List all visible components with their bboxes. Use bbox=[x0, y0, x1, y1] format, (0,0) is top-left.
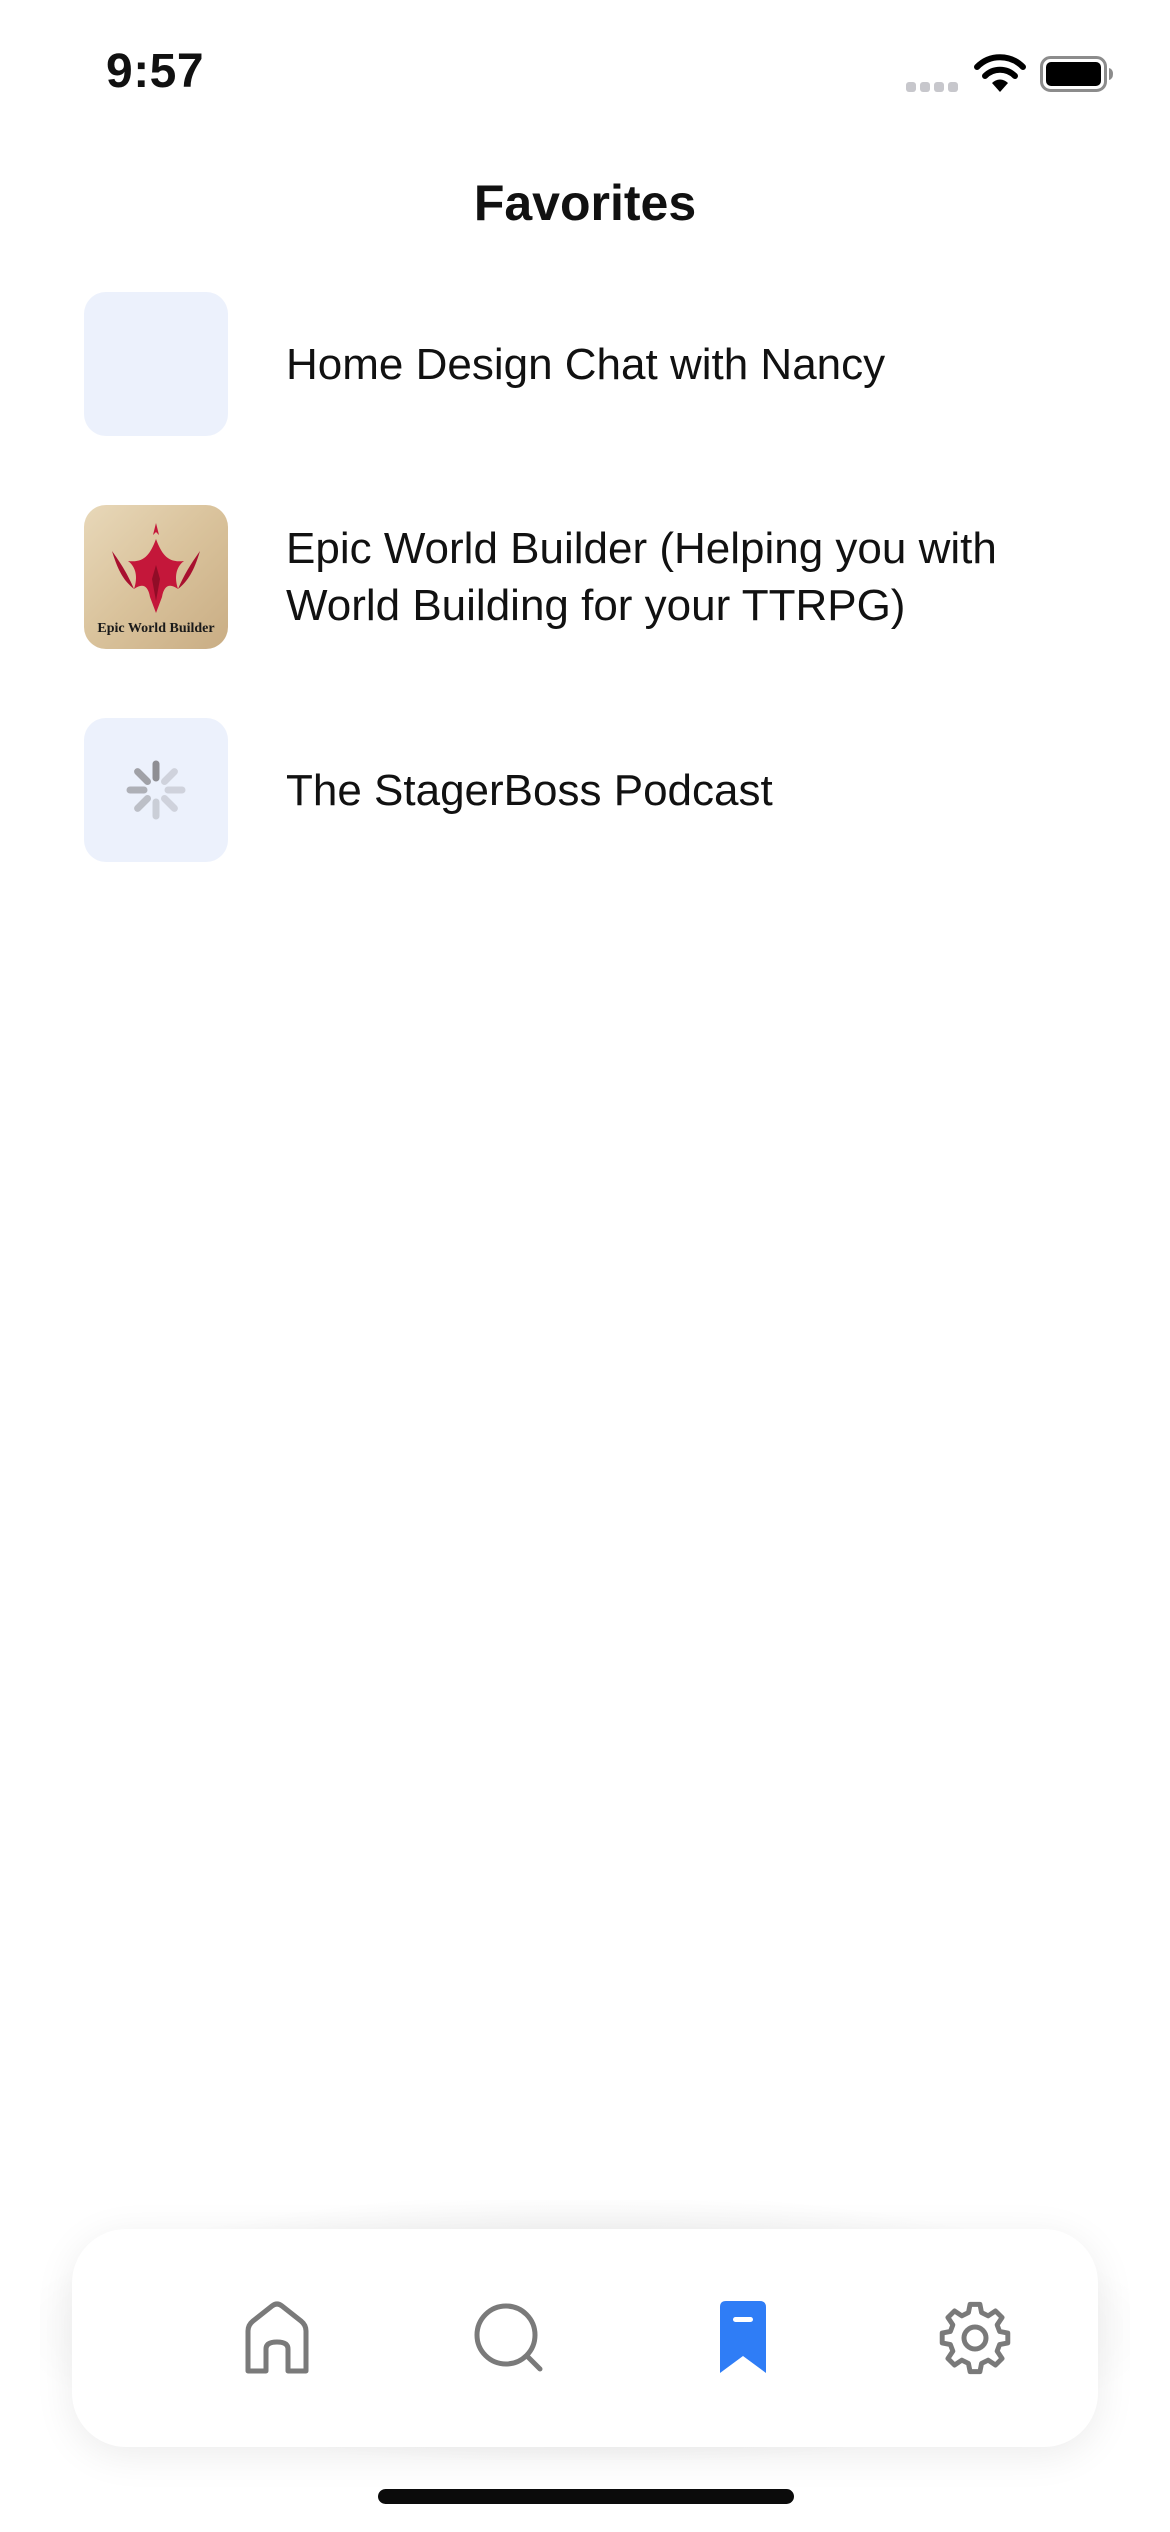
status-bar: 9:57 bbox=[0, 0, 1170, 150]
search-icon bbox=[474, 2303, 543, 2372]
wifi-icon bbox=[974, 54, 1026, 92]
podcast-title: The StagerBoss Podcast bbox=[286, 765, 773, 815]
podcast-title: Home Design Chat with Nancy bbox=[286, 339, 886, 389]
podcast-thumbnail-loading bbox=[84, 718, 228, 862]
home-indicator[interactable] bbox=[378, 2489, 794, 2504]
podcast-artwork: Epic World Builder bbox=[84, 505, 228, 649]
cellular-signal-icon bbox=[906, 80, 960, 94]
gear-icon bbox=[939, 2301, 1011, 2375]
tab-search[interactable] bbox=[464, 2293, 554, 2383]
list-item[interactable]: Epic World Builder Epic World Builder (H… bbox=[84, 505, 1094, 649]
list-item[interactable]: The StagerBoss Podcast bbox=[84, 718, 1094, 862]
podcast-thumbnail-placeholder bbox=[84, 292, 228, 436]
artwork-caption: Epic World Builder bbox=[97, 621, 215, 636]
favorites-screen: 9:57 Favorites Home Design Chat with Nan… bbox=[0, 0, 1170, 2532]
page-title: Favorites bbox=[473, 175, 697, 231]
home-icon bbox=[245, 2301, 309, 2374]
tab-favorites[interactable] bbox=[698, 2293, 788, 2383]
battery-icon bbox=[1040, 56, 1113, 92]
loading-spinner-icon bbox=[126, 760, 186, 820]
tab-settings[interactable] bbox=[930, 2293, 1020, 2383]
tab-home[interactable] bbox=[232, 2293, 322, 2383]
podcast-title: Epic World Builder (Helping you with Wor… bbox=[286, 524, 997, 630]
status-time: 9:57 bbox=[106, 45, 205, 98]
bookmark-icon bbox=[720, 2301, 766, 2373]
tab-bar bbox=[72, 2229, 1098, 2447]
list-item[interactable]: Home Design Chat with Nancy bbox=[84, 292, 1094, 436]
